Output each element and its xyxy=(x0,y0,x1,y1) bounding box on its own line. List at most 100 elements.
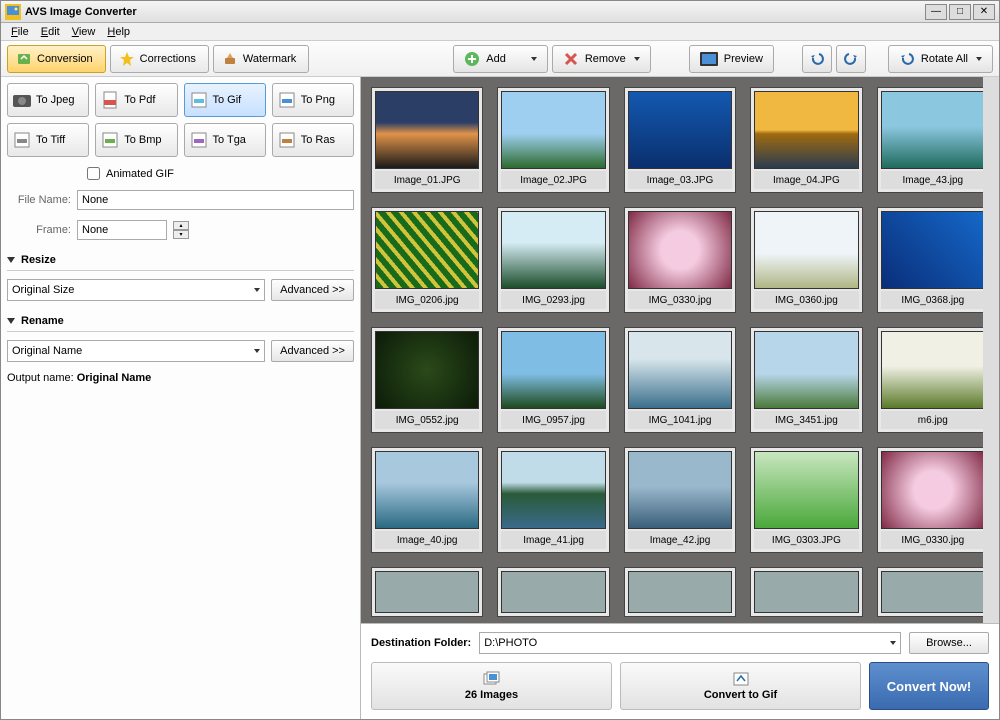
thumbnail-card[interactable] xyxy=(750,567,862,617)
remove-dropdown-arrow[interactable] xyxy=(634,57,640,61)
format-png-button[interactable]: To Png xyxy=(272,83,354,117)
bmp-icon xyxy=(100,131,120,149)
dest-folder-value: D:\PHOTO xyxy=(484,637,537,649)
rename-combo-arrow xyxy=(254,349,260,353)
output-name-value: Original Name xyxy=(77,372,152,384)
step-action[interactable]: Convert to Gif xyxy=(620,662,861,710)
remove-icon xyxy=(563,51,579,67)
thumbnail-card[interactable]: IMG_0368.jpg xyxy=(877,207,989,313)
format-bmp-button[interactable]: To Bmp xyxy=(95,123,177,157)
format-tiff-button[interactable]: To Tiff xyxy=(7,123,89,157)
thumbnail-card[interactable] xyxy=(624,567,736,617)
rotate-all-button[interactable]: Rotate All xyxy=(888,45,993,73)
rotate-all-dropdown-arrow[interactable] xyxy=(976,57,982,61)
resize-section-header[interactable]: Resize xyxy=(7,254,354,271)
thumbnail-label: m6.jpg xyxy=(881,411,985,429)
thumbnail-card[interactable]: Image_41.jpg xyxy=(497,447,609,553)
step-images[interactable]: 26 Images xyxy=(371,662,612,710)
maximize-button[interactable]: □ xyxy=(949,4,971,20)
right-panel: Image_01.JPGImage_02.JPGImage_03.JPGImag… xyxy=(361,77,999,719)
thumbnail-card[interactable]: IMG_0303.JPG xyxy=(750,447,862,553)
rename-combo[interactable]: Original Name xyxy=(7,340,265,362)
preview-button[interactable]: Preview xyxy=(689,45,774,73)
tab-conversion[interactable]: Conversion xyxy=(7,45,106,73)
format-ras-button[interactable]: To Ras xyxy=(272,123,354,157)
thumbnail-card[interactable]: IMG_1041.jpg xyxy=(624,327,736,433)
format-tiff-label: To Tiff xyxy=(36,134,65,146)
add-dropdown-arrow[interactable] xyxy=(531,57,537,61)
thumbnail-card[interactable]: Image_40.jpg xyxy=(371,447,483,553)
rename-toggle-icon xyxy=(7,318,15,324)
thumbnail-image xyxy=(375,451,479,529)
format-grid: To Jpeg To Pdf To Gif To Png To Tiff To … xyxy=(7,83,354,157)
format-tga-button[interactable]: To Tga xyxy=(184,123,266,157)
step-action-label: Convert to Gif xyxy=(704,689,777,701)
minimize-button[interactable]: — xyxy=(925,4,947,20)
ras-icon xyxy=(277,131,297,149)
thumbnail-card[interactable]: Image_03.JPG xyxy=(624,87,736,193)
thumbnail-card[interactable]: IMG_0552.jpg xyxy=(371,327,483,433)
thumbnail-card[interactable] xyxy=(877,567,989,617)
convert-now-button[interactable]: Convert Now! xyxy=(869,662,989,710)
close-button[interactable]: ✕ xyxy=(973,4,995,20)
frame-input[interactable]: None xyxy=(77,220,167,240)
frame-spinner[interactable]: ▴▾ xyxy=(173,221,189,239)
browse-button[interactable]: Browse... xyxy=(909,632,989,654)
thumbnail-card[interactable] xyxy=(371,567,483,617)
thumbnail-card[interactable]: IMG_3451.jpg xyxy=(750,327,862,433)
format-png-label: To Png xyxy=(301,94,335,106)
rotate-right-button[interactable] xyxy=(836,45,866,73)
resize-value: Original Size xyxy=(12,284,74,296)
resize-advanced-button[interactable]: Advanced >> xyxy=(271,279,354,301)
tab-corrections[interactable]: Corrections xyxy=(110,45,209,73)
thumbnail-card[interactable]: IMG_0957.jpg xyxy=(497,327,609,433)
resize-combo[interactable]: Original Size xyxy=(7,279,265,301)
remove-button[interactable]: Remove xyxy=(552,45,651,73)
add-button[interactable]: Add xyxy=(453,45,548,73)
menu-help[interactable]: Help xyxy=(101,25,136,39)
thumbnail-card[interactable]: Image_01.JPG xyxy=(371,87,483,193)
thumbnail-image xyxy=(501,91,605,169)
tab-watermark[interactable]: Watermark xyxy=(213,45,309,73)
thumbnail-grid[interactable]: Image_01.JPGImage_02.JPGImage_03.JPGImag… xyxy=(361,77,999,623)
format-jpeg-button[interactable]: To Jpeg xyxy=(7,83,89,117)
thumbnail-card[interactable]: m6.jpg xyxy=(877,327,989,433)
animated-gif-checkbox[interactable] xyxy=(87,167,100,180)
bottom-bar: Destination Folder: D:\PHOTO Browse... 2… xyxy=(361,623,999,719)
rename-advanced-label: Advanced >> xyxy=(280,345,345,357)
thumbnail-scrollbar[interactable] xyxy=(983,77,999,623)
format-gif-button[interactable]: To Gif xyxy=(184,83,266,117)
thumbnail-label: Image_40.jpg xyxy=(375,531,479,549)
format-jpeg-label: To Jpeg xyxy=(36,94,75,106)
pdf-icon xyxy=(100,91,120,109)
thumbnail-image xyxy=(628,91,732,169)
menu-file[interactable]: File xyxy=(5,25,35,39)
file-name-input[interactable]: None xyxy=(77,190,354,210)
rename-advanced-button[interactable]: Advanced >> xyxy=(271,340,354,362)
dest-label: Destination Folder: xyxy=(371,637,471,649)
thumbnail-image xyxy=(628,331,732,409)
thumbnail-card[interactable]: IMG_0330.jpg xyxy=(877,447,989,553)
file-name-label: File Name: xyxy=(7,194,71,206)
thumbnail-label: Image_43.jpg xyxy=(881,171,985,189)
format-pdf-button[interactable]: To Pdf xyxy=(95,83,177,117)
output-name-label: Output name: xyxy=(7,372,74,384)
thumbnail-card[interactable]: IMG_0330.jpg xyxy=(624,207,736,313)
thumbnail-card[interactable]: IMG_0293.jpg xyxy=(497,207,609,313)
tga-icon xyxy=(189,131,209,149)
thumbnail-card[interactable]: Image_42.jpg xyxy=(624,447,736,553)
thumbnail-card[interactable]: IMG_0206.jpg xyxy=(371,207,483,313)
menu-view[interactable]: View xyxy=(66,25,102,39)
menu-edit[interactable]: Edit xyxy=(35,25,66,39)
thumbnail-card[interactable]: Image_43.jpg xyxy=(877,87,989,193)
thumbnail-card[interactable] xyxy=(497,567,609,617)
thumbnail-image xyxy=(501,451,605,529)
rename-section-header[interactable]: Rename xyxy=(7,315,354,332)
thumbnail-card[interactable]: IMG_0360.jpg xyxy=(750,207,862,313)
thumbnail-card[interactable]: Image_02.JPG xyxy=(497,87,609,193)
rotate-left-button[interactable] xyxy=(802,45,832,73)
dest-folder-input[interactable]: D:\PHOTO xyxy=(479,632,901,654)
thumbnail-label: IMG_3451.jpg xyxy=(754,411,858,429)
add-icon xyxy=(464,51,480,67)
thumbnail-card[interactable]: Image_04.JPG xyxy=(750,87,862,193)
